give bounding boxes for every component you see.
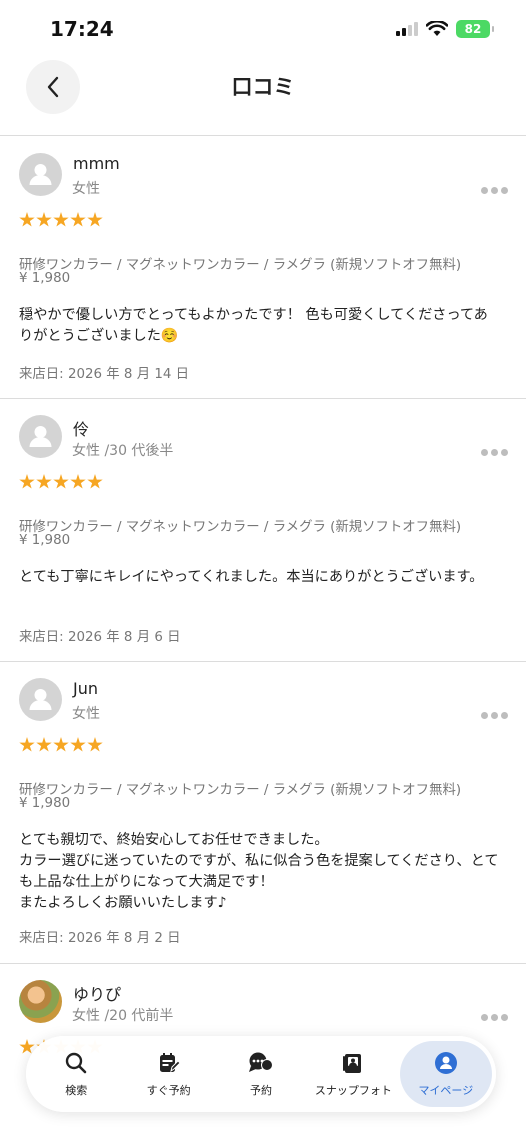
tab-label: スナップフォト [314,1084,392,1097]
calendar-edit-icon [156,1050,182,1076]
review-comment: 穏やかで優しい方でとってもよかったです！ 色も可愛くしてくださってありがとうござ… [19,307,488,344]
star-icon [19,474,35,489]
reviewer-name: 伶 [73,420,90,439]
default-avatar-icon [29,426,52,447]
more-options-button[interactable] [481,187,508,194]
default-avatar-icon [29,164,52,185]
star-icon [36,212,52,227]
default-avatar-icon [29,689,52,710]
star-icon [53,212,69,227]
star-icon [53,474,69,489]
avatar [19,153,62,196]
menu-price: ¥ 1,980 [19,796,71,811]
avatar [19,415,62,458]
menu-price: ¥ 1,980 [19,533,71,548]
star-icon [53,737,69,752]
review-list[interactable]: mmm 女性 研修ワンカラー / マグネットワンカラー / ラメグラ (新規ソフ… [0,137,526,1124]
page-title: 口コミ [231,75,295,99]
tab-my-page[interactable]: マイページ [399,1041,493,1107]
more-options-button[interactable] [481,449,508,456]
menu-name: 研修ワンカラー / マグネットワンカラー / ラメグラ (新規ソフトオフ無料) [19,783,462,798]
menu-name: 研修ワンカラー / マグネットワンカラー / ラメグラ (新規ソフトオフ無料) [19,258,462,273]
rating-stars [19,737,103,753]
tab-reservations[interactable]: 予約 [215,1041,307,1107]
tab-snap-photo[interactable]: スナップフォト [307,1041,399,1107]
star-icon [19,212,35,227]
battery-icon: 82 [456,20,494,38]
reviewer-meta: 女性 [72,181,100,197]
avatar-photo [19,980,62,1023]
rating-stars [19,212,103,228]
tab-label: 予約 [250,1084,273,1097]
person-icon [433,1050,459,1076]
tab-label: すぐ予約 [146,1084,191,1097]
tab-label: 検索 [65,1084,88,1097]
reviewer-name: ゆりぴ [73,985,122,1004]
star-icon [87,474,103,489]
menu-name: 研修ワンカラー / マグネットワンカラー / ラメグラ (新規ソフトオフ無料) [19,520,462,535]
star-icon [36,737,52,752]
review-card: 伶 女性 /30 代後半 研修ワンカラー / マグネットワンカラー / ラメグラ… [0,399,526,662]
wifi-icon [426,21,448,36]
star-icon [87,212,103,227]
more-options-button[interactable] [481,1014,508,1021]
star-icon [87,737,103,752]
status-icons: 82 [396,20,494,38]
tab-search[interactable]: 検索 [30,1041,122,1107]
star-icon [36,474,52,489]
reviewer-meta: 女性 /30 代後半 [72,443,174,459]
tab-quick-booking[interactable]: すぐ予約 [122,1041,214,1107]
review-card: mmm 女性 研修ワンカラー / マグネットワンカラー / ラメグラ (新規ソフ… [0,137,526,399]
star-icon [19,737,35,752]
visit-date: 来店日: 2026 年 8 月 14 日 [19,367,190,382]
visit-date: 来店日: 2026 年 8 月 6 日 [19,630,181,645]
tab-label: マイページ [418,1084,474,1097]
visit-date: 来店日: 2026 年 8 月 2 日 [19,931,181,946]
star-icon [70,737,86,752]
chat-bubble-icon [248,1050,274,1076]
review-comment: とても丁寧にキレイにやってくれました。本当にありがとうございます。 [19,569,484,585]
battery-level: 82 [464,22,482,36]
avatar [19,678,62,721]
menu-price: ¥ 1,980 [19,271,71,286]
bottom-tab-bar: 検索 すぐ予約 予約 スナップフォト マイページ [26,1036,496,1112]
rating-stars [19,474,103,490]
reviewer-meta: 女性 /20 代前半 [72,1008,174,1024]
reviewer-meta: 女性 [72,706,100,722]
more-options-button[interactable] [481,712,508,719]
review-card: Jun 女性 研修ワンカラー / マグネットワンカラー / ラメグラ (新規ソフ… [0,662,526,964]
star-icon [70,474,86,489]
status-time: 17:24 [50,17,114,41]
reviewer-name: Jun [73,679,98,698]
nav-header: 口コミ [0,56,526,136]
reviewer-name: mmm [73,154,120,173]
review-comment: とても親切で、終始安心してお任せできました。 カラー選びに迷っていたのですが、私… [19,832,499,911]
cellular-signal-icon [396,22,418,36]
photo-album-icon [340,1050,366,1076]
status-bar: 17:24 82 [0,0,526,56]
search-icon [63,1050,89,1076]
star-icon [70,212,86,227]
